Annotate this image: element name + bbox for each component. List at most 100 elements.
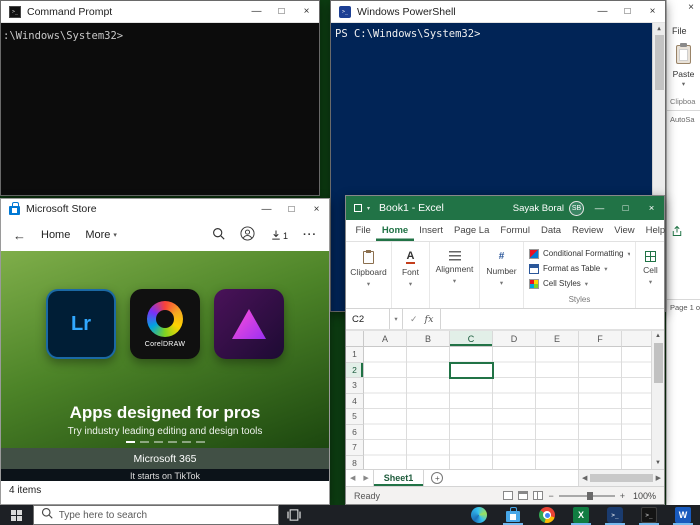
zoom-in-icon[interactable]: + <box>620 491 625 501</box>
select-all-corner[interactable] <box>346 331 364 347</box>
row-header-6[interactable]: 6 <box>346 424 364 440</box>
more-options-icon[interactable]: ··· <box>303 229 317 241</box>
row-header-7[interactable]: 7 <box>346 440 364 456</box>
name-box[interactable]: C2 <box>346 309 390 329</box>
close-icon[interactable]: × <box>688 2 694 13</box>
affinity-tile[interactable] <box>214 289 284 359</box>
row-header-5[interactable]: 5 <box>346 409 364 425</box>
word-paste-label[interactable]: Paste <box>667 69 700 79</box>
minimize-button[interactable]: — <box>589 196 610 220</box>
column-header-a[interactable]: A <box>364 331 407 347</box>
tab-help[interactable]: Help <box>640 220 671 241</box>
column-header-f[interactable]: F <box>579 331 622 347</box>
zoom-slider-thumb[interactable] <box>586 491 593 500</box>
number-group-button[interactable]: # Number ▾ <box>480 242 524 308</box>
cell-styles-button[interactable]: Cell Styles ▾ <box>529 276 630 291</box>
minimize-button[interactable]: — <box>590 1 615 22</box>
downloads-button[interactable]: 1 <box>270 229 288 241</box>
page-layout-view-icon[interactable] <box>518 491 529 500</box>
microsoft-365-banner[interactable]: Microsoft 365 <box>1 448 329 469</box>
word-file-tab[interactable]: File <box>672 26 687 36</box>
share-icon[interactable] <box>671 225 687 237</box>
maximize-button[interactable]: □ <box>279 199 304 219</box>
row-header-1[interactable]: 1 <box>346 347 364 363</box>
save-icon[interactable] <box>354 204 362 212</box>
store-more-menu[interactable]: More ▾ <box>85 229 117 241</box>
search-icon[interactable] <box>212 227 225 243</box>
formula-input[interactable] <box>441 309 664 329</box>
tab-view[interactable]: View <box>609 220 640 241</box>
chevron-down-icon[interactable]: ▾ <box>667 80 700 88</box>
quick-access-chevron-icon[interactable]: ▾ <box>367 205 370 212</box>
close-button[interactable]: × <box>304 199 329 219</box>
add-sheet-button[interactable]: + <box>431 472 444 484</box>
task-view-button[interactable] <box>279 505 308 525</box>
selected-cell-c2[interactable] <box>449 362 494 379</box>
tab-data[interactable]: Data <box>535 220 566 241</box>
excel-title-bar[interactable]: ▾ Book1 - Excel Sayak Boral SB — □ × <box>346 196 664 220</box>
row-header-3[interactable]: 3 <box>346 378 364 394</box>
insert-function-icon[interactable]: fx <box>425 314 434 325</box>
clipboard-group-button[interactable]: Clipboard ▾ <box>346 242 392 308</box>
conditional-formatting-button[interactable]: Conditional Formatting ▾ <box>529 246 630 261</box>
tab-home[interactable]: Home <box>376 220 413 241</box>
maximize-button[interactable]: □ <box>615 196 636 220</box>
cmd-title-bar[interactable]: >_ Command Prompt — □ × <box>1 1 319 23</box>
taskbar-powershell-button[interactable]: >_ <box>598 505 632 525</box>
column-header-e[interactable]: E <box>536 331 579 347</box>
scroll-down-icon[interactable]: ▼ <box>655 458 661 469</box>
scroll-right-icon[interactable]: ▶ <box>656 474 661 482</box>
tab-formulas[interactable]: Formul <box>495 220 536 241</box>
account-icon[interactable] <box>240 226 255 244</box>
store-title-bar[interactable]: Microsoft Store — □ × <box>1 199 329 219</box>
zoom-level[interactable]: 100% <box>633 491 656 501</box>
scroll-up-icon[interactable]: ▲ <box>657 23 661 34</box>
tab-file[interactable]: File <box>350 220 376 241</box>
page-break-view-icon[interactable] <box>533 491 544 500</box>
tab-insert[interactable]: Insert <box>414 220 449 241</box>
column-header-d[interactable]: D <box>493 331 536 347</box>
taskbar-excel-button[interactable]: X <box>564 505 598 525</box>
tab-review[interactable]: Review <box>567 220 609 241</box>
column-header-c[interactable]: C <box>450 331 493 347</box>
close-button[interactable]: × <box>641 196 662 220</box>
taskbar-cmd-button[interactable]: >_ <box>632 505 666 525</box>
taskbar-store-button[interactable] <box>496 505 530 525</box>
alignment-group-button[interactable]: Alignment ▾ <box>430 242 480 308</box>
tab-page-layout[interactable]: Page La <box>448 220 494 241</box>
font-group-button[interactable]: A Font ▾ <box>392 242 430 308</box>
row-header-4[interactable]: 4 <box>346 393 364 409</box>
taskbar-edge-button[interactable] <box>462 505 496 525</box>
back-icon[interactable]: ← <box>13 228 26 243</box>
scroll-left-icon[interactable]: ◀ <box>582 474 587 482</box>
paste-icon[interactable] <box>676 43 691 64</box>
store-home-link[interactable]: Home <box>41 229 70 241</box>
row-header-2[interactable]: 2 <box>346 362 364 378</box>
maximize-button[interactable]: □ <box>615 1 640 22</box>
search-input[interactable] <box>58 509 272 521</box>
cells-group-button[interactable]: Cell ▾ <box>636 242 664 308</box>
account-name[interactable]: Sayak Boral <box>513 203 564 214</box>
scroll-up-icon[interactable]: ▲ <box>655 331 661 342</box>
sheet-prev-icon[interactable]: ◀ <box>346 474 359 482</box>
scrollbar-thumb[interactable] <box>653 343 663 383</box>
close-button[interactable]: × <box>294 1 319 22</box>
horizontal-scrollbar[interactable]: ◀ ▶ <box>578 470 664 486</box>
sheet-tab-sheet1[interactable]: Sheet1 <box>372 470 425 486</box>
store-hero-banner[interactable]: Lr CorelDRAW Apps designed for pros Try … <box>1 251 329 448</box>
lightroom-tile[interactable]: Lr <box>46 289 116 359</box>
avatar[interactable]: SB <box>569 200 584 216</box>
tiktok-banner[interactable]: It starts on TikTok <box>1 469 329 481</box>
carousel-dots[interactable] <box>1 441 329 443</box>
minimize-button[interactable]: — <box>254 199 279 219</box>
sheet-next-icon[interactable]: ▶ <box>359 474 372 482</box>
taskbar-chrome-button[interactable] <box>530 505 564 525</box>
taskbar-search-box[interactable] <box>32 505 280 525</box>
cells-area[interactable] <box>364 347 651 469</box>
taskbar-word-button[interactable]: W <box>666 505 700 525</box>
cmd-terminal[interactable]: :\Windows\System32> <box>1 23 319 195</box>
zoom-slider[interactable] <box>558 491 615 500</box>
start-button[interactable] <box>0 505 33 525</box>
maximize-button[interactable]: □ <box>269 1 294 22</box>
minimize-button[interactable]: — <box>244 1 269 22</box>
